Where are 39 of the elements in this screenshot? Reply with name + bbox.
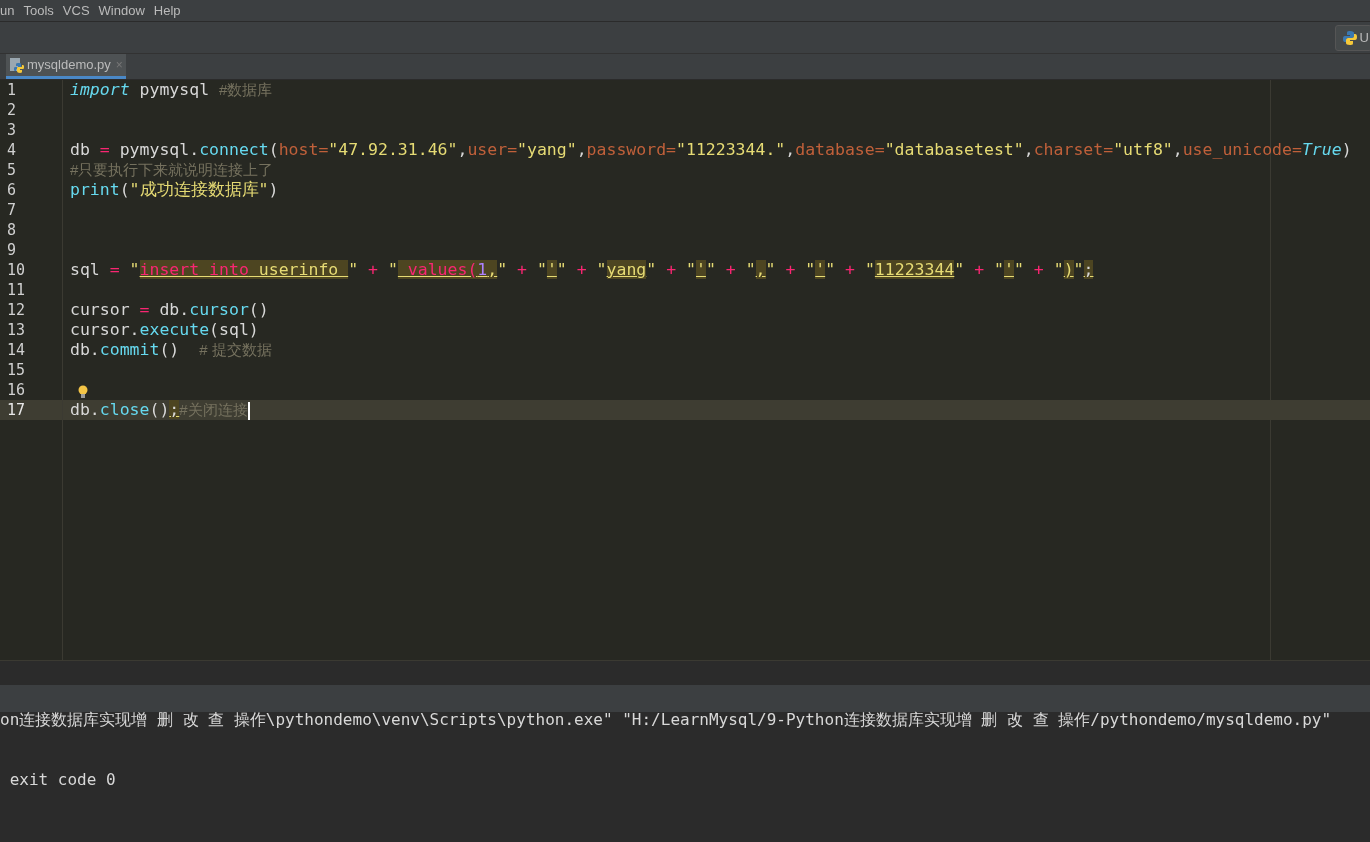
python-file-icon bbox=[9, 57, 25, 73]
line-number: 10 bbox=[7, 261, 26, 279]
line-number: 17 bbox=[7, 401, 26, 419]
line-number: 15 bbox=[7, 361, 26, 379]
line-number: 11 bbox=[7, 281, 26, 299]
code-line: sql = "insert into userinfo " + " values(1," + "'" + "yang" + "'" + "," + "'" + "11223344" + "'" + ")"; bbox=[70, 260, 1094, 279]
line-number: 6 bbox=[7, 181, 17, 199]
console-output-line: exit code 0 bbox=[8, 770, 116, 789]
menu-item[interactable]: Tools bbox=[23, 0, 54, 21]
python-logo-icon bbox=[1341, 29, 1358, 46]
code-line: db.commit() # 提交数据 bbox=[70, 340, 272, 359]
code-line: print("成功连接数据库") bbox=[70, 180, 279, 199]
code-line: cursor = db.cursor() bbox=[70, 300, 269, 319]
line-number: 14 bbox=[7, 341, 26, 359]
editor-tab[interactable]: mysqldemo.py × bbox=[6, 54, 126, 79]
line-number: 2 bbox=[7, 101, 17, 119]
code-line: db = pymysql.connect(host="47.92.31.46",user="yang",password="11223344.",database="databasetest",charset="utf8",use_unicode=True) bbox=[70, 140, 1352, 159]
console-output-line: on连接数据库实现增 删 改 查 操作\pythondemo\venv\Scripts\python.exe" "H:/LearnMysql/9-Python连接数据库实现增 删 改 查 操作/pythondemo/mysqldemo.py" bbox=[0, 710, 1332, 729]
code-line: cursor.execute(sql) bbox=[70, 320, 259, 339]
lightbulb-icon[interactable] bbox=[77, 385, 89, 399]
line-number: 4 bbox=[7, 141, 17, 159]
line-number: 7 bbox=[7, 201, 17, 219]
code-line: #只要执行下来就说明连接上了 bbox=[70, 160, 274, 179]
line-number: 5 bbox=[7, 161, 17, 179]
run-config-button[interactable]: U bbox=[1334, 24, 1370, 51]
menu-item[interactable]: VCS bbox=[62, 0, 90, 21]
text-cursor bbox=[247, 401, 250, 420]
line-number: 3 bbox=[7, 121, 17, 139]
menu-item[interactable]: Window bbox=[98, 0, 145, 21]
line-number: 8 bbox=[7, 221, 17, 239]
line-number: 16 bbox=[7, 381, 26, 399]
tab-label: mysqldemo.py bbox=[27, 56, 111, 75]
line-number: 12 bbox=[7, 301, 26, 319]
menu-item[interactable]: Help bbox=[153, 0, 181, 21]
line-number: 13 bbox=[7, 321, 26, 339]
line-number: 1 bbox=[7, 81, 17, 99]
line-number: 9 bbox=[7, 241, 17, 259]
code-line: import pymysql #数据库 bbox=[70, 80, 273, 99]
menu-item[interactable]: un bbox=[0, 0, 15, 21]
